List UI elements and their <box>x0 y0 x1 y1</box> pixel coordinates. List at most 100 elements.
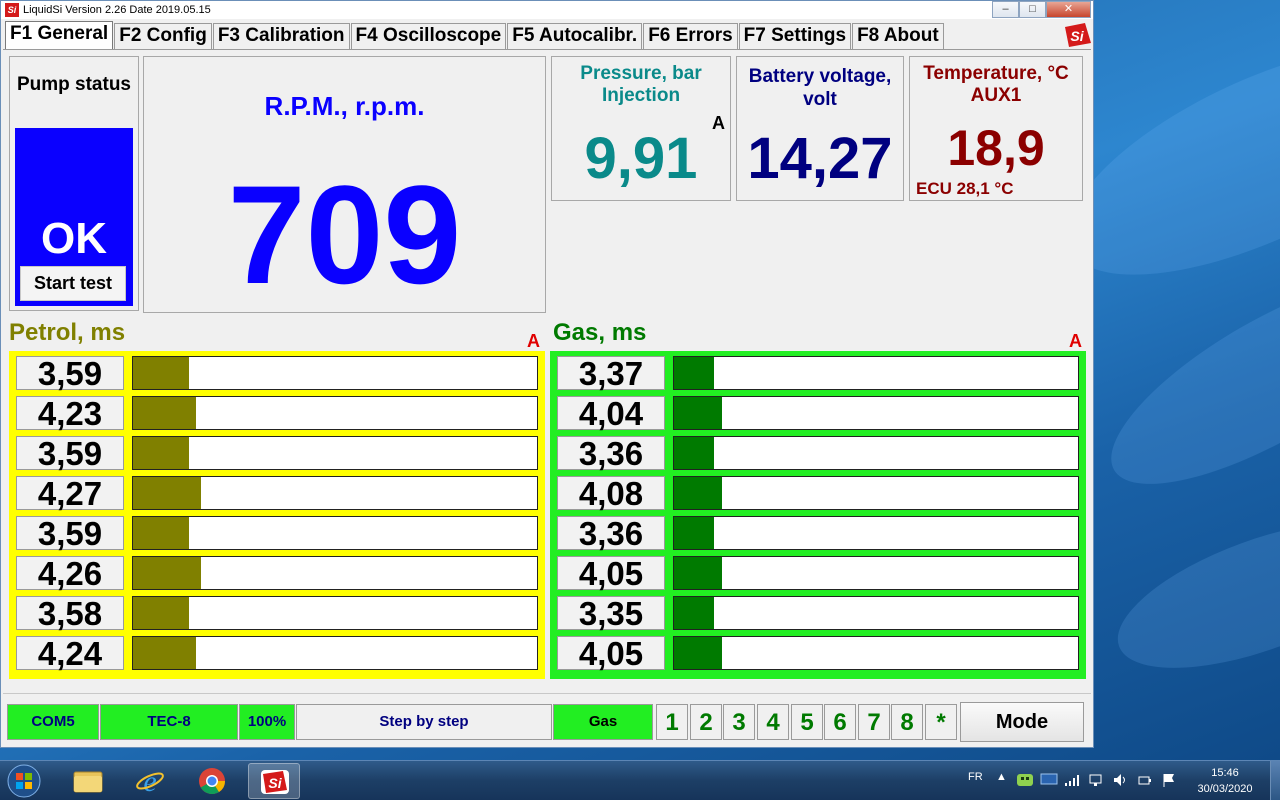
petrol-injector-7-value: 3,58 <box>16 596 124 631</box>
gas-injector-1-value: 3,37 <box>557 356 665 391</box>
start-test-button[interactable]: Start test <box>20 266 126 301</box>
gas-injector-2-bar-fill <box>674 397 722 429</box>
percent-indicator: 100% <box>239 704 295 740</box>
maximize-button[interactable]: □ <box>1019 1 1046 18</box>
tab-oscilloscope[interactable]: F4 Oscilloscope <box>350 23 507 49</box>
petrol-injector-row-8: 4,24 <box>14 633 540 671</box>
cylinder-1-button[interactable]: 1 <box>656 704 688 740</box>
petrol-injector-1-value: 3,59 <box>16 356 124 391</box>
taskbar-clock[interactable]: 15:46 30/03/2020 <box>1185 765 1265 797</box>
petrol-injector-row-5: 3,59 <box>14 513 540 551</box>
petrol-injector-row-6: 4,26 <box>14 553 540 591</box>
language-indicator[interactable]: FR <box>968 771 983 783</box>
taskbar: e Si FR ▲ 15:46 30/03/2020 <box>0 760 1280 800</box>
mode-button[interactable]: Mode <box>960 702 1084 742</box>
cylinder-8-button[interactable]: 8 <box>891 704 923 740</box>
petrol-injector-3-bar <box>132 436 538 470</box>
cylinder-3-button[interactable]: 3 <box>723 704 755 740</box>
cylinder-6-button[interactable]: 6 <box>824 704 856 740</box>
pump-status-title: Pump status <box>16 74 132 95</box>
taskbar-internet-explorer[interactable]: e <box>124 763 176 799</box>
tab-calibration[interactable]: F3 Calibration <box>212 23 350 49</box>
tab-general[interactable]: F1 General <box>5 21 114 49</box>
pressure-subtitle: Injection <box>601 85 681 106</box>
status-bar: COM5 TEC-8 100% Step by step Gas 1 2 3 4… <box>3 693 1091 745</box>
gas-injector-2-value: 4,04 <box>557 396 665 431</box>
show-desktop-button[interactable] <box>1270 761 1280 800</box>
temperature-value: 18,9 <box>947 120 1045 176</box>
gas-injector-2-bar <box>673 396 1079 430</box>
battery-title: Battery voltage, <box>748 66 892 87</box>
pressure-value: 9,91 <box>584 126 698 191</box>
ecu-temperature: ECU 28,1 °C <box>916 179 1014 198</box>
gas-injector-row-4: 4,08 <box>555 473 1081 511</box>
tab-config[interactable]: F2 Config <box>114 23 212 49</box>
petrol-injector-4-bar <box>132 476 538 510</box>
liquidsi-icon: Si <box>261 770 289 794</box>
tab-settings[interactable]: F7 Settings <box>738 23 852 49</box>
taskbar-liquidsi[interactable]: Si <box>248 763 300 799</box>
file-explorer-icon <box>73 771 103 793</box>
temperature-title: Temperature, °C <box>923 63 1069 84</box>
petrol-injector-2-value: 4,23 <box>16 396 124 431</box>
tab-errors[interactable]: F6 Errors <box>643 23 738 49</box>
svg-text:e: e <box>143 765 156 798</box>
close-button[interactable]: ✕ <box>1046 1 1091 18</box>
rpm-panel: R.P.M., r.p.m. 709 <box>143 56 546 313</box>
gas-injector-row-5: 3,36 <box>555 513 1081 551</box>
chrome-icon <box>199 768 226 795</box>
temperature-source: AUX1 <box>970 85 1022 106</box>
tray-monitor-icon[interactable] <box>1040 773 1058 787</box>
rpm-value: 709 <box>227 156 462 313</box>
cylinder-2-button[interactable]: 2 <box>690 704 722 740</box>
pump-status-text: OK <box>41 214 107 263</box>
cylinder-5-button[interactable]: 5 <box>791 704 823 740</box>
gas-injector-row-3: 3,36 <box>555 433 1081 471</box>
liquidsi-logo-icon: Si <box>1065 23 1091 47</box>
gas-injector-3-value: 3,36 <box>557 436 665 471</box>
pump-status-indicator: OK Start test <box>15 128 133 306</box>
app-logo-icon: Si <box>5 3 19 17</box>
tab-about[interactable]: F8 About <box>852 23 944 49</box>
start-button-icon[interactable] <box>4 762 44 800</box>
petrol-injector-3-bar-fill <box>133 437 189 469</box>
signal-strength-icon[interactable] <box>1064 773 1082 787</box>
svg-text:Si: Si <box>268 775 282 791</box>
volume-icon[interactable] <box>1112 772 1130 788</box>
petrol-injector-2-bar-fill <box>133 397 196 429</box>
gas-injector-7-value: 3,35 <box>557 596 665 631</box>
gas-injector-6-value: 4,05 <box>557 556 665 591</box>
tab-bar: F1 General F2 Config F3 Calibration F4 O… <box>5 21 945 49</box>
battery-panel: Battery voltage, volt 14,27 <box>736 56 904 201</box>
tray-app-icon[interactable] <box>1016 772 1034 788</box>
petrol-injector-5-bar <box>132 516 538 550</box>
gas-injector-7-bar <box>673 596 1079 630</box>
pressure-panel: Pressure, bar Injection A 9,91 <box>551 56 731 201</box>
petrol-injector-8-bar-fill <box>133 637 196 669</box>
gas-injector-5-bar-fill <box>674 517 714 549</box>
gas-injector-8-bar-fill <box>674 637 722 669</box>
taskbar-file-explorer[interactable] <box>62 763 114 799</box>
action-center-flag-icon[interactable] <box>1160 772 1178 788</box>
gas-injector-8-value: 4,05 <box>557 636 665 671</box>
gas-injector-6-bar <box>673 556 1079 590</box>
gas-injector-4-value: 4,08 <box>557 476 665 511</box>
tab-autocalibr[interactable]: F5 Autocalibr. <box>507 23 643 49</box>
network-icon[interactable] <box>1088 772 1106 788</box>
gas-injector-row-6: 4,05 <box>555 553 1081 591</box>
power-icon[interactable] <box>1136 772 1154 788</box>
cylinder-4-button[interactable]: 4 <box>757 704 789 740</box>
gas-injector-4-bar-fill <box>674 477 722 509</box>
cylinder-7-button[interactable]: 7 <box>858 704 890 740</box>
tray-expand-icon[interactable]: ▲ <box>996 771 1007 783</box>
all-cylinders-button[interactable]: * <box>925 704 957 740</box>
petrol-injector-6-bar-fill <box>133 557 201 589</box>
gas-injector-3-bar <box>673 436 1079 470</box>
petrol-injector-2-bar <box>132 396 538 430</box>
gas-injector-5-value: 3,36 <box>557 516 665 551</box>
taskbar-chrome[interactable] <box>186 763 238 799</box>
gas-injector-row-8: 4,05 <box>555 633 1081 671</box>
petrol-injector-8-value: 4,24 <box>16 636 124 671</box>
minimize-button[interactable]: – <box>992 1 1019 18</box>
gas-injector-1-bar-fill <box>674 357 714 389</box>
